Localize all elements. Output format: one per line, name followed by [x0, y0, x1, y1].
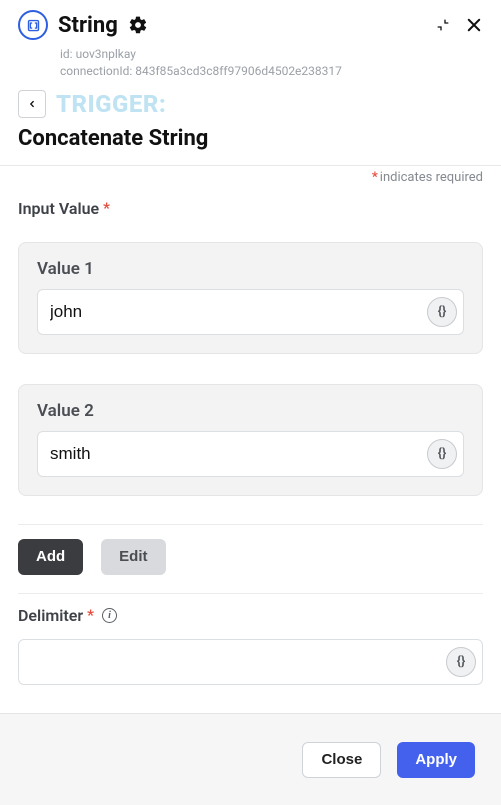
id-label: id:	[60, 47, 73, 61]
variable-picker-icon[interactable]: {}	[427, 297, 457, 327]
id-value: uov3nplkay	[76, 47, 136, 61]
edit-button[interactable]: Edit	[101, 539, 165, 575]
apply-button[interactable]: Apply	[397, 742, 475, 778]
required-indicator: *	[87, 606, 94, 624]
back-button[interactable]	[18, 90, 46, 118]
close-button[interactable]: Close	[302, 742, 381, 778]
info-icon[interactable]: i	[102, 608, 117, 623]
footer: Close Apply	[0, 713, 501, 805]
variable-picker-icon[interactable]: {}	[446, 647, 476, 677]
value-1-label: Value 1	[37, 259, 464, 279]
required-indicator: *	[103, 199, 110, 217]
value-1-input[interactable]	[38, 290, 463, 334]
gear-icon[interactable]	[128, 15, 148, 35]
required-note: *indicates required	[18, 166, 483, 185]
close-icon[interactable]	[465, 16, 483, 34]
variable-picker-icon[interactable]: {}	[427, 439, 457, 469]
module-title: String	[58, 13, 118, 38]
divider	[18, 524, 483, 525]
value-2-label: Value 2	[37, 401, 464, 421]
value-card-2: Value 2 {}	[18, 384, 483, 496]
collapse-icon[interactable]	[435, 17, 451, 33]
connection-id-value: 843f85a3cd3c8ff97906d4502e238317	[135, 64, 342, 78]
trigger-label: TRIGGER:	[56, 90, 166, 118]
module-icon	[18, 10, 48, 40]
delimiter-input[interactable]	[19, 640, 482, 684]
delimiter-label: Delimiter * i	[18, 606, 483, 625]
add-button[interactable]: Add	[18, 539, 83, 575]
divider	[18, 593, 483, 594]
input-value-label: Input Value *	[18, 199, 483, 218]
value-card-1: Value 1 {}	[18, 242, 483, 354]
connection-id-label: connectionId:	[60, 64, 132, 78]
meta-block: id: uov3nplkay connectionId: 843f85a3cd3…	[0, 46, 501, 80]
value-2-input[interactable]	[38, 432, 463, 476]
section-title: Concatenate String	[0, 124, 501, 165]
header: String	[0, 0, 501, 46]
